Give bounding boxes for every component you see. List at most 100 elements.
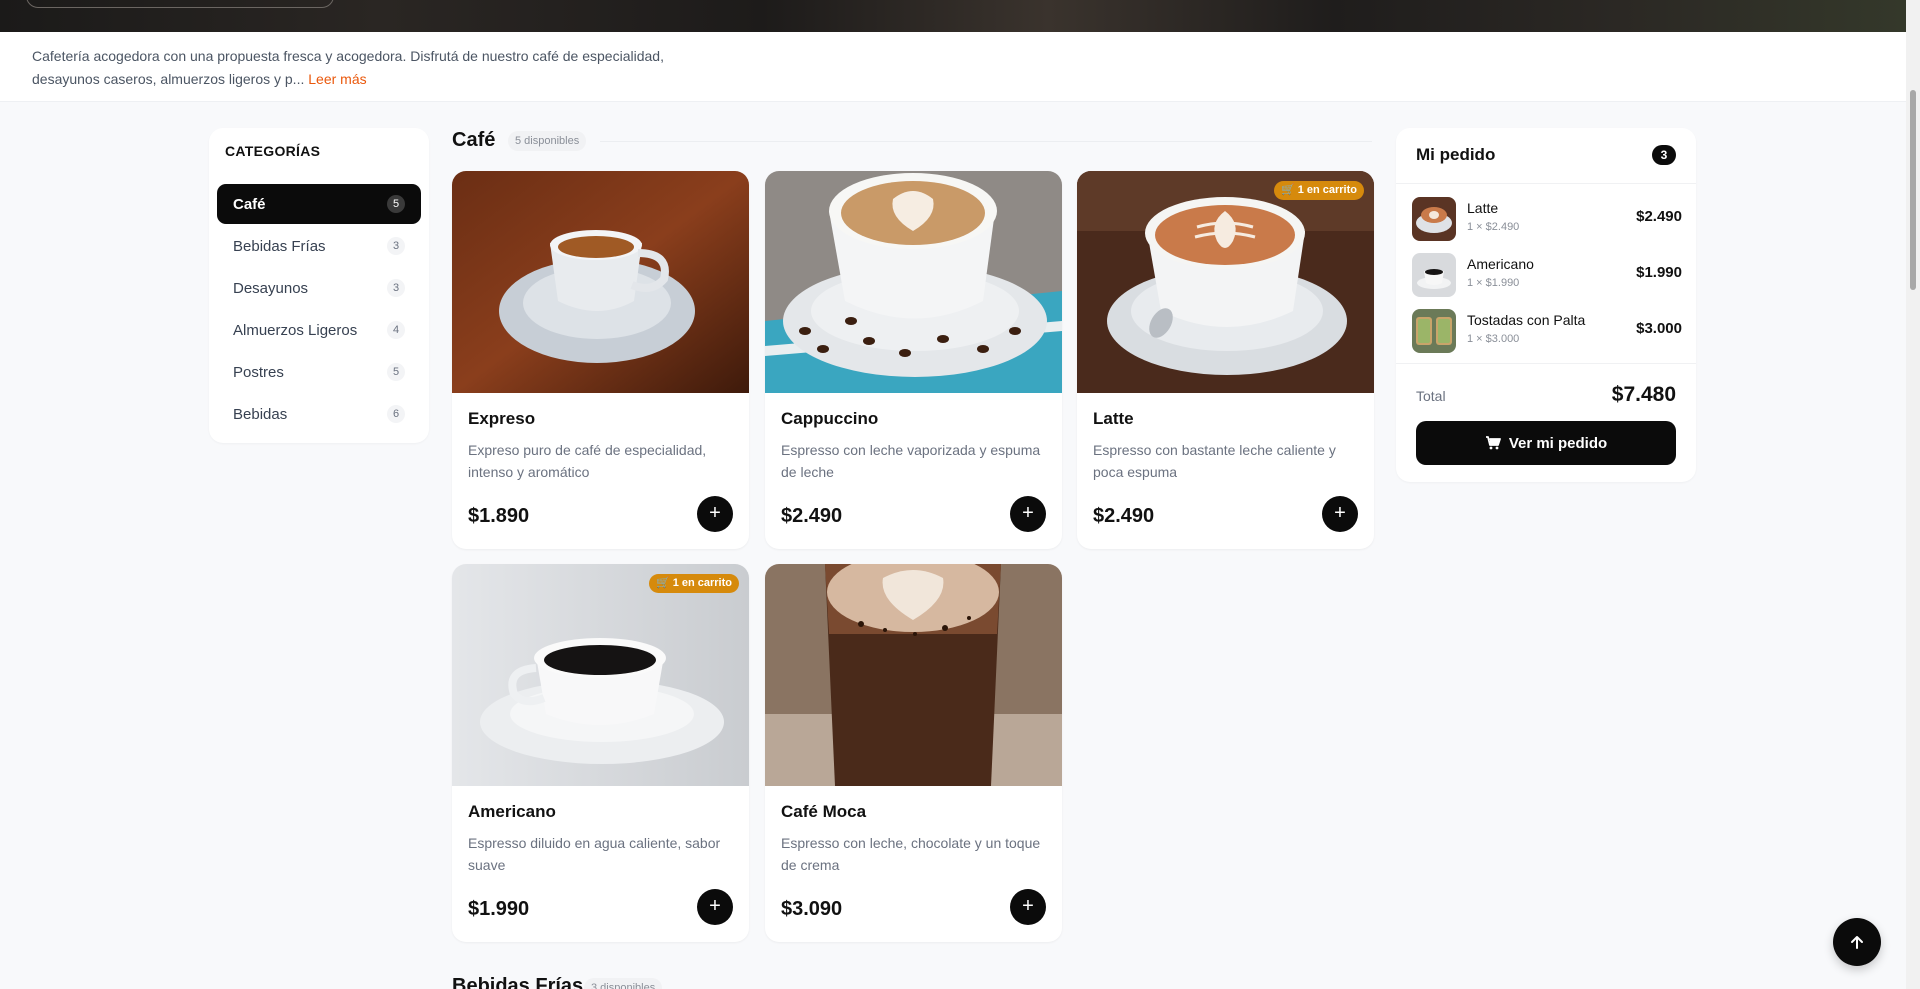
about-text: Cafetería acogedora con una propuesta fr… [32,45,712,91]
next-section-count-badge: 3 disponibles [584,978,663,989]
product-card-expreso[interactable]: Expreso Expreso puro de café de especial… [452,171,749,549]
arrow-up-icon [1851,936,1863,949]
order-total-label: Total [1416,388,1446,404]
section-divider [600,141,1372,142]
product-description: Espresso diluido en agua caliente, sabor… [468,835,721,873]
order-header: Mi pedido 3 [1396,128,1696,184]
cart-icon: 🛒 [1280,184,1295,196]
americano-thumb [1412,253,1456,297]
product-description: Expreso puro de café de especialidad, in… [468,442,707,480]
add-to-cart-button[interactable]: + [1010,496,1046,532]
order-item-thumbnail [1412,197,1456,241]
category-label: Postres [233,363,284,381]
order-item: Tostadas con Palta 1 × $3.000 $3.000 [1412,308,1682,354]
category-count: 3 [387,279,405,297]
category-almuerzos-ligeros[interactable]: Almuerzos Ligeros 4 [217,310,421,350]
order-item-name: Tostadas con Palta [1467,312,1586,328]
category-count: 3 [387,237,405,255]
product-name: Latte [1093,409,1134,428]
product-card-cafe-moca[interactable]: Café Moca Espresso con leche, chocolate … [765,564,1062,942]
add-to-cart-button[interactable]: + [1010,889,1046,925]
about-section: Cafetería acogedora con una propuesta fr… [0,32,1906,102]
product-price: $1.890 [468,505,530,527]
product-price: $3.090 [781,898,843,920]
next-section-title: Bebidas Frías [452,975,584,989]
product-name: Expreso [468,409,536,428]
americano-photo [452,564,749,786]
cappuccino-photo [765,171,1062,393]
add-to-cart-button[interactable]: + [697,889,733,925]
plus-icon: + [1334,502,1346,524]
product-image: 🛒 1 en carrito [452,564,749,786]
product-name: Cappuccino [781,409,879,428]
product-card-cappuccino[interactable]: Cappuccino Espresso con leche vaporizada… [765,171,1062,549]
product-price: $1.990 [468,898,530,920]
order-item-price: $3.000 [1636,320,1682,337]
in-cart-badge: 🛒 1 en carrito [1273,181,1364,200]
order-panel: Mi pedido 3 Latte 1 × $2.490 $2.490 Amer… [1396,128,1696,482]
scrollbar-thumb[interactable] [1910,90,1916,290]
view-order-label: Ver mi pedido [1508,434,1608,452]
cart-icon: 🛒 [655,577,670,589]
category-count: 6 [387,405,405,423]
category-cafe[interactable]: Café 5 [217,184,421,224]
product-description: Espresso con leche vaporizada y espuma d… [781,442,1041,480]
product-name: Americano [468,802,556,821]
category-label: Bebidas Frías [233,237,326,255]
category-label: Bebidas [233,405,288,423]
cover-image [0,0,1906,32]
product-description: Espresso con bastante leche caliente y p… [1093,442,1336,480]
order-item-name: Americano [1467,256,1534,272]
product-card-latte[interactable]: 🛒 1 en carrito Latte Espresso con bastant… [1077,171,1374,549]
categories-panel: CATEGORÍAS Café 5 Bebidas Frías 3 Desayu… [209,128,429,443]
product-image [765,564,1062,786]
order-item-qty: 1 × $2.490 [1467,221,1520,233]
product-name: Café Moca [781,802,867,821]
order-divider [1396,363,1696,364]
order-item-name: Latte [1467,200,1499,216]
latte-thumb [1412,197,1456,241]
section-title: Café [452,129,496,151]
page-scrollbar[interactable] [1906,0,1920,989]
categories-title: CATEGORÍAS [225,143,321,159]
category-desayunos[interactable]: Desayunos 3 [217,268,421,308]
order-total-value: $7.480 [1611,383,1676,406]
order-item-thumbnail [1412,253,1456,297]
product-image [765,171,1062,393]
section-count-badge: 5 disponibles [508,131,587,151]
category-bebidas-frias[interactable]: Bebidas Frías 3 [217,226,421,266]
product-card-americano[interactable]: 🛒 1 en carrito Americano Espresso diluido… [452,564,749,942]
category-label: Almuerzos Ligeros [233,321,358,339]
product-image [452,171,749,393]
product-price: $2.490 [1093,505,1155,527]
in-cart-badge: 🛒 1 en carrito [648,574,739,593]
order-item-price: $1.990 [1636,264,1682,281]
in-cart-text: 1 en carrito [672,577,732,589]
order-title: Mi pedido [1416,145,1496,164]
order-count-badge: 3 [1652,145,1676,165]
order-item-price: $2.490 [1636,208,1682,225]
cart-icon [1485,436,1501,450]
tostadas-thumb [1412,309,1456,353]
product-description: Espresso con leche, chocolate y un toque… [781,835,1041,873]
latte-photo [1077,171,1374,393]
category-label: Café [233,195,266,213]
add-to-cart-button[interactable]: + [1322,496,1358,532]
category-count: 5 [387,195,405,213]
plus-icon: + [709,895,721,917]
product-image: 🛒 1 en carrito [1077,171,1374,393]
read-more-link[interactable]: Leer más [308,71,366,87]
scroll-to-top-button[interactable] [1833,918,1881,966]
view-order-button[interactable]: Ver mi pedido [1416,421,1676,465]
add-to-cart-button[interactable]: + [697,496,733,532]
order-item: Americano 1 × $1.990 $1.990 [1412,252,1682,298]
category-label: Desayunos [233,279,309,297]
category-postres[interactable]: Postres 5 [217,352,421,392]
plus-icon: + [1022,895,1034,917]
plus-icon: + [709,502,721,524]
order-item-qty: 1 × $3.000 [1467,333,1520,345]
category-count: 4 [387,321,405,339]
order-item-qty: 1 × $1.990 [1467,277,1520,289]
order-item-thumbnail [1412,309,1456,353]
category-bebidas[interactable]: Bebidas 6 [217,394,421,434]
